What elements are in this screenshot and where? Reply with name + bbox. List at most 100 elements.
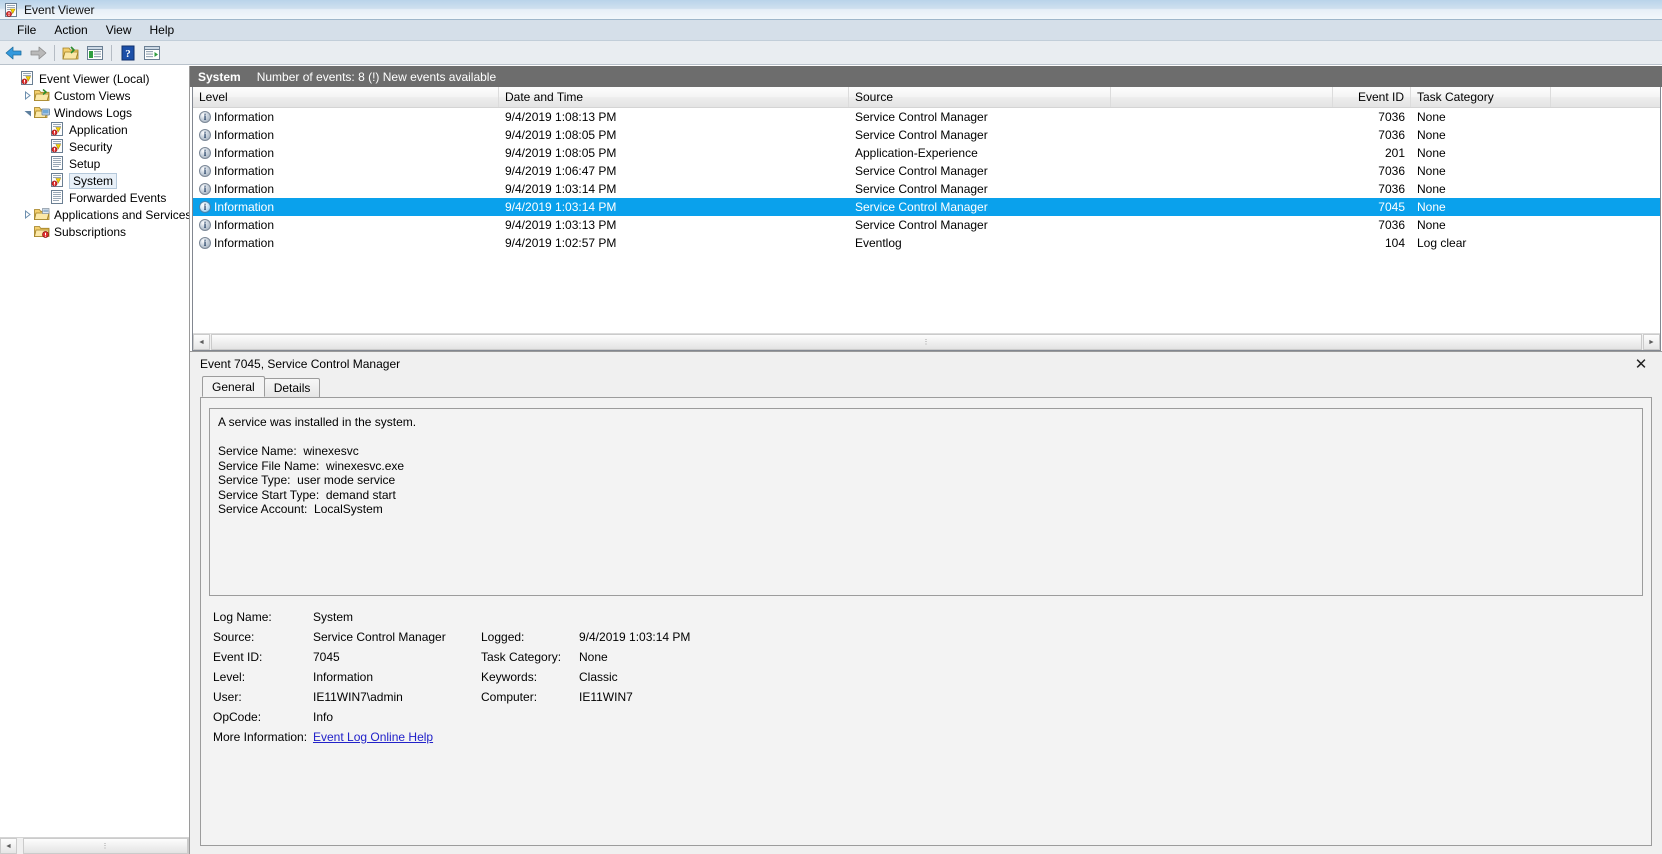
event-row[interactable]: i Information 9/4/2019 1:02:57 PM Eventlog 1… (193, 234, 1660, 252)
sidebar-item-subscriptions[interactable]: Subscriptions (6, 223, 189, 240)
event-row[interactable]: i Information 9/4/2019 1:03:14 PM Service C… (193, 180, 1660, 198)
back-button[interactable] (3, 42, 25, 63)
sidebar-horizontal-scrollbar[interactable]: ◄ ⋮ ► (0, 837, 189, 854)
information-icon: i (199, 237, 211, 249)
event-log-online-help-link[interactable]: Event Log Online Help (313, 730, 481, 744)
cell-source: Service Control Manager (849, 218, 1111, 232)
cell-text: Information (214, 218, 275, 232)
log-plain-icon (49, 190, 65, 205)
cell-source: Service Control Manager (849, 164, 1111, 178)
sidebar-item-windows-logs[interactable]: Windows Logs (6, 104, 189, 121)
event-row[interactable]: i Information 9/4/2019 1:06:47 PM Service C… (193, 162, 1660, 180)
source-field-label: Source: (213, 630, 255, 644)
sidebar-item-event-viewer-local[interactable]: Event Viewer (Local) (6, 70, 189, 87)
grid-scroll-thumb[interactable]: ⋮ (211, 334, 1642, 350)
log-icon (49, 122, 65, 137)
event-metadata-grid: Log Name: System Source: Service Control… (209, 610, 1643, 744)
window-title: Event Viewer (24, 2, 95, 17)
menu-view[interactable]: View (97, 21, 141, 39)
spacer-4 (579, 710, 1643, 724)
cell-task_category: None (1411, 164, 1551, 178)
log-icon (49, 173, 65, 188)
cell-datetime: 9/4/2019 1:08:05 PM (499, 128, 849, 142)
cell-task_category: Log clear (1411, 236, 1551, 250)
grid-scroll-left-arrow-icon[interactable]: ◄ (193, 334, 210, 350)
cell-text: Log clear (1417, 236, 1467, 250)
show-hide-action-pane-button[interactable] (141, 42, 163, 63)
main-split: Event Viewer (Local) Custom Views Windows … (0, 66, 1662, 854)
open-saved-log-button[interactable] (60, 42, 82, 63)
cell-task_category: None (1411, 128, 1551, 142)
cell-text: 9/4/2019 1:08:05 PM (505, 128, 617, 142)
column-header-task-category[interactable]: Task Category (1411, 87, 1551, 107)
event-grid-body[interactable]: i Information 9/4/2019 1:08:13 PM Service C… (193, 108, 1660, 333)
event-grid-header: Level Date and Time Source Event ID Task Cat… (193, 87, 1660, 108)
cell-text: 104 (1384, 236, 1405, 250)
menu-help[interactable]: Help (141, 21, 184, 39)
sidebar-item-setup[interactable]: Setup (6, 155, 189, 172)
event-list-pane: System Number of events: 8 (!) New event… (190, 66, 1662, 351)
sidebar-item-label: Subscriptions (54, 224, 127, 239)
help-button[interactable]: ? (117, 42, 139, 63)
scroll-left-arrow-icon[interactable]: ◄ (0, 838, 17, 854)
sidebar-item-forwarded-events[interactable]: Forwarded Events (6, 189, 189, 206)
tab-details[interactable]: Details (263, 378, 321, 397)
column-header-label: Date and Time (505, 90, 584, 104)
task-category-field-label: Task Category: (481, 650, 562, 664)
column-header-label: Level (199, 90, 228, 104)
cell-text: 7036 (1378, 128, 1405, 142)
grid-horizontal-scrollbar[interactable]: ◄ ⋮ ► (193, 333, 1660, 350)
cell-task_category: None (1411, 182, 1551, 196)
toolbar: ? (0, 41, 1662, 65)
grid-scroll-right-arrow-icon[interactable]: ► (1643, 334, 1660, 350)
event-row[interactable]: i Information 9/4/2019 1:08:13 PM Service C… (193, 108, 1660, 126)
column-header-date-and-time[interactable]: Date and Time (499, 87, 849, 107)
event-row[interactable]: i Information 9/4/2019 1:08:05 PM Service C… (193, 126, 1660, 144)
level-field-label: Level: (213, 670, 246, 684)
cell-datetime: 9/4/2019 1:08:05 PM (499, 146, 849, 160)
information-icon: i (199, 129, 211, 141)
cell-text: Information (214, 236, 275, 250)
cell-text: 9/4/2019 1:02:57 PM (505, 236, 617, 250)
sidebar-item-security[interactable]: Security (6, 138, 189, 155)
chevron-right-icon[interactable] (21, 210, 34, 219)
event-row[interactable]: i Information 9/4/2019 1:03:13 PM Service C… (193, 216, 1660, 234)
column-header-blank[interactable] (1111, 87, 1333, 107)
column-header-source[interactable]: Source (849, 87, 1111, 107)
menu-action[interactable]: Action (45, 21, 96, 39)
chevron-right-icon[interactable] (21, 91, 34, 100)
column-header-label: Task Category (1417, 90, 1494, 104)
sidebar-item-applications-and-services-lo[interactable]: Applications and Services Lo (6, 206, 189, 223)
tab-general[interactable]: General (202, 376, 265, 397)
sidebar-item-application[interactable]: Application (6, 121, 189, 138)
console-tree: Event Viewer (Local) Custom Views Windows … (0, 66, 189, 837)
column-header-event-id[interactable]: Event ID (1333, 87, 1411, 107)
sidebar-item-label: Applications and Services Lo (54, 207, 189, 222)
event-row[interactable]: i Information 9/4/2019 1:03:14 PM Service C… (193, 198, 1660, 216)
console-tree-pane: Event Viewer (Local) Custom Views Windows … (0, 66, 190, 854)
sidebar-scroll-track[interactable]: ⋮ (17, 838, 188, 854)
event-row[interactable]: i Information 9/4/2019 1:08:05 PM Applicati… (193, 144, 1660, 162)
chevron-down-icon[interactable] (21, 108, 34, 117)
windows-logs-folder-icon (33, 105, 50, 120)
cell-text: 7036 (1378, 110, 1405, 124)
cell-text: Information (214, 200, 275, 214)
sidebar-item-custom-views[interactable]: Custom Views (6, 87, 189, 104)
cell-datetime: 9/4/2019 1:08:13 PM (499, 110, 849, 124)
sidebar-item-system[interactable]: System (6, 172, 189, 189)
app-services-folder-icon (33, 207, 50, 222)
spacer-5 (481, 730, 579, 744)
show-hide-console-tree-button[interactable] (84, 42, 106, 63)
column-header-level[interactable]: Level (193, 87, 499, 107)
cell-level: i Information (193, 110, 499, 124)
menu-file[interactable]: File (8, 21, 45, 39)
event-viewer-root-icon (19, 71, 35, 86)
forward-button[interactable] (27, 42, 49, 63)
cell-event_id: 7036 (1333, 218, 1411, 232)
event-detail-body: A service was installed in the system. S… (200, 397, 1652, 846)
keywords-field-value: Classic (579, 670, 618, 684)
cell-source: Service Control Manager (849, 182, 1111, 196)
close-icon[interactable]: ✕ (1632, 355, 1650, 373)
cell-text: None (1417, 164, 1446, 178)
sidebar-scroll-thumb[interactable]: ⋮ (23, 838, 188, 854)
